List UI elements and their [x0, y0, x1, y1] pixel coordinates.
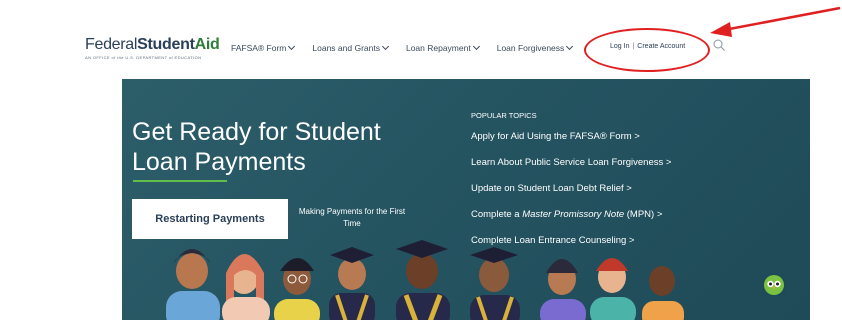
chevron-down-icon [566, 42, 574, 50]
annotation-arrow-icon [710, 6, 841, 37]
chevron-down-icon [288, 42, 296, 50]
topic-apply-fafsa-link[interactable]: Apply for Aid Using the FAFSA® Form > [471, 130, 671, 156]
topic-mpn-prefix: Complete a [471, 209, 523, 220]
hero-title: Get Ready for Student Loan Payments [132, 117, 381, 177]
nav-label: Loans and Grants [312, 43, 380, 53]
nav-label: Loan Forgiveness [496, 43, 565, 53]
main-nav: FAFSA® Form Loans and Grants Loan Repaym… [231, 42, 590, 53]
topic-pslf-link[interactable]: Learn About Public Service Loan Forgiven… [471, 156, 671, 182]
logo-text-student: Student [137, 36, 195, 53]
hero-title-line2: Loan Payments [132, 148, 306, 176]
chevron-down-icon [472, 42, 480, 50]
topic-debt-relief-link[interactable]: Update on Student Loan Debt Relief > [471, 182, 671, 208]
students-illustration [166, 240, 684, 320]
topic-mpn-suffix: (MPN) > [624, 209, 663, 220]
hero-underline [133, 180, 227, 182]
topic-mpn-emphasis: Master Promissory Note [522, 209, 625, 220]
nav-label: Loan Repayment [405, 43, 471, 53]
popular-topics-heading: POPULAR TOPICS [471, 111, 537, 120]
making-payments-first-time-link[interactable]: Making Payments for the First Time [297, 206, 407, 230]
logo-subtitle: AN OFFICE of the U.S. DEPARTMENT of EDUC… [85, 55, 202, 60]
nav-label: FAFSA® Form [231, 43, 287, 53]
hero-banner: Get Ready for Student Loan Payments Rest… [122, 79, 810, 320]
nav-loans-and-grants[interactable]: Loans and Grants [312, 42, 390, 53]
annotation-ellipse [584, 28, 710, 72]
nav-fafsa-form[interactable]: FAFSA® Form [231, 42, 296, 53]
nav-loan-repayment[interactable]: Loan Repayment [405, 42, 480, 53]
nav-loan-forgiveness[interactable]: Loan Forgiveness [496, 42, 574, 53]
logo-text-aid: Aid [194, 36, 220, 53]
chevron-down-icon [381, 42, 390, 50]
logo-text-federal: Federal [85, 36, 138, 53]
hero-title-line1: Get Ready for Student [132, 118, 381, 146]
federal-student-aid-logo[interactable]: FederalStudentAid AN OFFICE of the U.S. … [85, 36, 220, 60]
owl-chat-icon[interactable] [762, 273, 786, 297]
